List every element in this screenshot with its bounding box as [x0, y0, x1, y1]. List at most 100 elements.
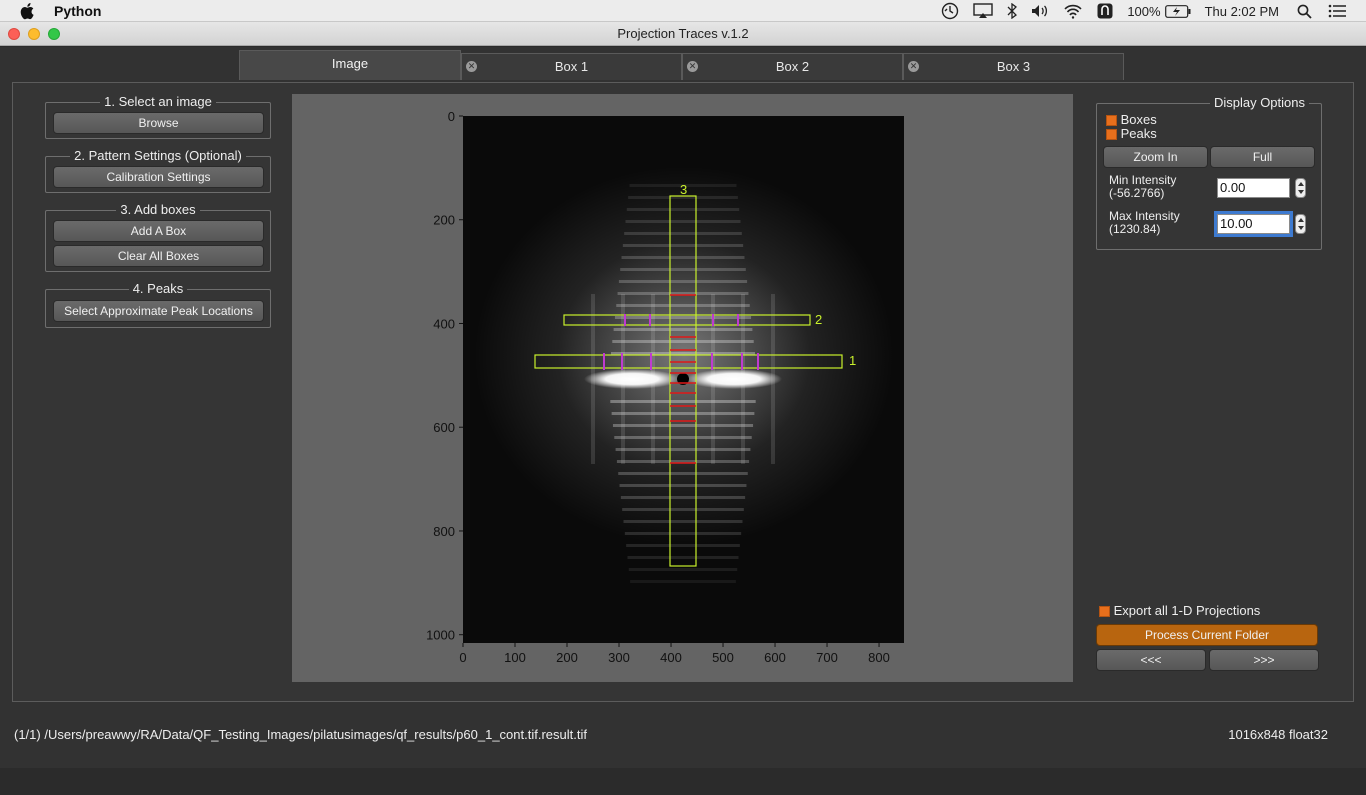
battery-percent: 100% [1127, 3, 1161, 19]
layer-line [625, 220, 741, 223]
image-canvas[interactable]: 1 2 3 0 100 200 300 400 500 600 700 800 0 200 400 600 8… [292, 94, 1073, 682]
volume-icon[interactable] [1031, 4, 1049, 18]
checkbox-label: Export all 1-D Projections [1113, 603, 1261, 618]
layer-line [620, 496, 746, 499]
group-title: 1. Select an image [100, 94, 216, 109]
peaks-group: 4. Peaks Select Approximate Peak Locatio… [45, 281, 271, 328]
tab-label: Box 1 [554, 59, 589, 74]
zoom-window-button[interactable] [48, 28, 60, 40]
layer-line [613, 328, 753, 331]
pattern-settings-group: 2. Pattern Settings (Optional) Calibrati… [45, 148, 271, 193]
time-machine-icon[interactable] [941, 2, 959, 20]
app-name[interactable]: Python [54, 3, 101, 19]
layer-line [614, 316, 752, 319]
checkbox-label: Boxes [1120, 112, 1157, 127]
layer-line [616, 304, 750, 307]
layer-line [610, 400, 756, 403]
spotlight-search-icon[interactable] [1297, 4, 1312, 19]
wifi-icon[interactable] [1063, 4, 1083, 19]
group-title: Display Options [1209, 95, 1309, 110]
tab-box-3[interactable]: ✕ Box 3 [903, 53, 1124, 80]
close-tab-icon[interactable]: ✕ [687, 61, 698, 72]
calibration-settings-button[interactable]: Calibration Settings [53, 166, 264, 188]
checkbox-label: Peaks [1120, 126, 1157, 141]
bright-lobe-left [584, 369, 680, 389]
close-tab-icon[interactable]: ✕ [908, 61, 919, 72]
tab-box-2[interactable]: ✕ Box 2 [682, 53, 903, 80]
tab-label: Box 3 [996, 59, 1031, 74]
minimize-window-button[interactable] [28, 28, 40, 40]
layer-line [611, 412, 755, 415]
previous-button[interactable]: <<< [1096, 649, 1206, 671]
layer-line [626, 208, 740, 211]
tab-box-1[interactable]: ✕ Box 1 [461, 53, 682, 80]
browse-button[interactable]: Browse [53, 112, 264, 134]
layer-line [618, 280, 748, 283]
layer-line [612, 340, 754, 343]
group-title: 3. Add boxes [116, 202, 200, 217]
layer-line [628, 568, 738, 571]
boxes-checkbox[interactable]: Boxes [1106, 112, 1157, 127]
tab-image[interactable]: Image [239, 50, 461, 80]
process-folder-button[interactable]: Process Current Folder [1096, 624, 1318, 646]
checkbox-checked-icon[interactable] [1106, 129, 1117, 141]
box-label-3: 3 [680, 182, 687, 197]
file-path: (1/1) /Users/preawwy/RA/Data/QF_Testing_… [14, 727, 587, 742]
x-tick-label: 100 [504, 650, 526, 665]
x-tick-label: 300 [608, 650, 630, 665]
select-peak-locations-button[interactable]: Select Approximate Peak Locations [53, 300, 264, 322]
layer-line [614, 436, 752, 439]
close-window-button[interactable] [8, 28, 20, 40]
tab-label: Box 2 [775, 59, 810, 74]
min-intensity-range: (-56.2766) [1109, 186, 1165, 200]
checkbox-checked-icon[interactable] [1106, 115, 1117, 127]
battery-icon[interactable] [1164, 4, 1191, 18]
full-button[interactable]: Full [1210, 146, 1315, 168]
window-titlebar: Projection Traces v.1.2 [0, 22, 1366, 46]
min-intensity-input[interactable]: 0.00 [1217, 178, 1290, 198]
layer-line [626, 544, 740, 547]
layer-line [630, 580, 736, 583]
layer-line [620, 268, 746, 271]
min-intensity-label: Min Intensity (-56.2766) [1109, 174, 1176, 200]
x-tick-label: 500 [712, 650, 734, 665]
diffraction-plot[interactable]: 1 2 3 0 100 200 300 400 500 600 700 800 0 200 400 600 8… [292, 94, 1073, 682]
y-tick-label: 0 [448, 109, 455, 124]
app-tray-icon[interactable] [1097, 3, 1113, 19]
x-tick-label: 600 [764, 650, 786, 665]
x-tick-label: 200 [556, 650, 578, 665]
airplay-icon[interactable] [973, 3, 994, 19]
layer-line [622, 508, 744, 511]
layer-line [624, 232, 742, 235]
select-image-group: 1. Select an image Browse [45, 94, 271, 139]
apple-logo-icon[interactable] [20, 2, 36, 20]
export-projections-checkbox[interactable]: Export all 1-D Projections [1099, 603, 1260, 618]
display-options-group: Display Options Boxes Peaks Zoom In Full… [1096, 95, 1322, 250]
box-label-1: 1 [849, 353, 856, 368]
clock[interactable]: Thu 2:02 PM [1205, 4, 1279, 19]
layer-line [624, 532, 742, 535]
y-tick-label: 1000 [426, 628, 455, 643]
bright-lobe-right [686, 369, 782, 389]
box-label-2: 2 [815, 312, 822, 327]
bluetooth-icon[interactable] [1007, 3, 1018, 19]
tab-label: Image [331, 56, 369, 71]
max-intensity-label: Max Intensity (1230.84) [1109, 210, 1180, 236]
close-tab-icon[interactable]: ✕ [466, 61, 477, 72]
layer-line [621, 256, 745, 259]
notification-center-icon[interactable] [1328, 4, 1346, 18]
peaks-checkbox[interactable]: Peaks [1106, 126, 1157, 141]
image-info: 1016x848 float32 [1228, 727, 1328, 742]
max-intensity-range: (1230.84) [1109, 222, 1161, 236]
x-tick-label: 800 [868, 650, 890, 665]
checkbox-checked-icon[interactable] [1099, 606, 1110, 618]
clear-all-boxes-button[interactable]: Clear All Boxes [53, 245, 264, 267]
max-intensity-input[interactable]: 10.00 [1217, 214, 1290, 234]
min-intensity-stepper[interactable] [1295, 178, 1306, 198]
layer-line [627, 556, 739, 559]
max-intensity-stepper[interactable] [1295, 214, 1306, 234]
zoom-in-button[interactable]: Zoom In [1103, 146, 1208, 168]
next-button[interactable]: >>> [1209, 649, 1319, 671]
add-box-button[interactable]: Add A Box [53, 220, 264, 242]
y-tick-label: 600 [433, 420, 455, 435]
